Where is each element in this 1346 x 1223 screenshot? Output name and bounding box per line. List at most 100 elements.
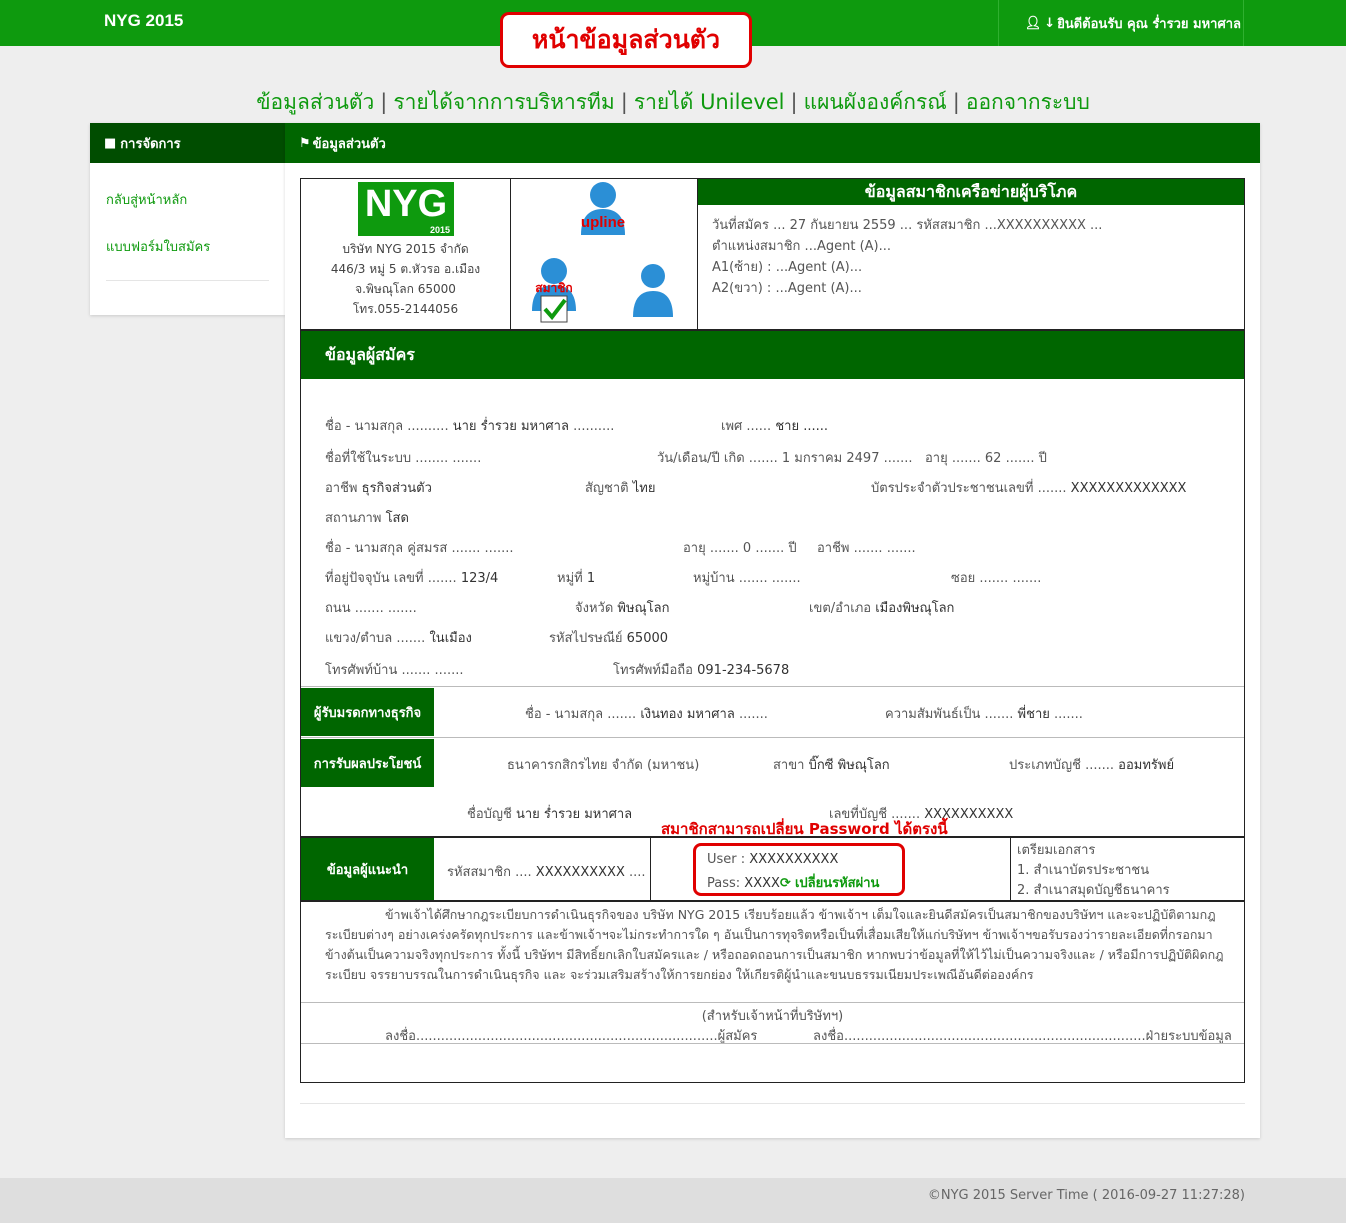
subdistrict-label: แขวง/ตำบล ....... xyxy=(325,631,426,646)
applicant-section-title: ข้อมูลผู้สมัคร xyxy=(301,331,1244,379)
road-field: ถนน ....... ....... xyxy=(325,601,417,616)
nav-unilevel-income[interactable]: รายได้ Unilevel xyxy=(634,90,785,114)
village-field: หมู่บ้าน ....... ....... xyxy=(693,571,801,586)
user-menu[interactable]: 👤︎ ↓ ยินดีต้อนรับ คุณ ร่ำรวย มหาศาล xyxy=(998,0,1244,46)
user-value: XXXXXXXXXX xyxy=(749,852,839,867)
company-address-line1: 446/3 หมู่ 5 ต.หัวรอ อ.เมือง xyxy=(330,262,481,276)
upline-label: upline xyxy=(581,214,625,231)
house-no-field: ที่อยู่ปัจจุบัน เลขที่ ....... 123/4 xyxy=(325,567,498,588)
age-field: อายุ ....... 62 ....... ปี xyxy=(925,451,1047,466)
page-title: หน้าข้อมูลส่วนตัว xyxy=(531,25,721,54)
document-item: 2. สำเนาสมุดบัญชีธนาคาร xyxy=(1017,883,1170,898)
user-label: User : xyxy=(707,852,746,867)
divider xyxy=(650,838,651,900)
username-field: ชื่อที่ใช้ในระบบ ........ ....... xyxy=(325,451,482,466)
province-value: พิษณุโลก xyxy=(617,601,670,616)
sex-field: เพศ ...... ชาย ...... xyxy=(721,415,828,436)
company-phone: โทร.055-2144056 xyxy=(352,302,459,316)
logo-text: NYG xyxy=(364,183,448,225)
member-info-line: ตำแหน่งสมาชิก ...Agent (A)... xyxy=(712,239,891,254)
nav-org-chart[interactable]: แผนผังองค์กรณ์ xyxy=(804,90,947,114)
sidebar-heading-label: การจัดการ xyxy=(120,136,181,152)
idcard-value: XXXXXXXXXXXXX xyxy=(1070,481,1187,496)
divider xyxy=(301,900,1244,902)
member-info-line: วันที่สมัคร ... 27 กันยายน 2559 ... รหัส… xyxy=(712,218,1103,233)
office-note: (สำหรับเจ้าหน้าที่บริษัทฯ) xyxy=(701,1009,844,1024)
nav-profile[interactable]: ข้อมูลส่วนตัว xyxy=(256,90,374,114)
main-panel: ⚑ ข้อมูลส่วนตัว NYG 2015 บริษัท NYG 2015… xyxy=(285,123,1260,1138)
brand-logo[interactable]: NYG 2015 xyxy=(104,11,183,31)
main-nav: ข้อมูลส่วนตัว | รายได้จากการบริหารทีม | รายไ… xyxy=(256,90,1090,114)
documents-list: เตรียมเอกสาร 1. สำเนาบัตรประชาชน 2. สำเน… xyxy=(1017,841,1170,901)
soi-field: ซอย ....... ....... xyxy=(951,571,1042,586)
member-info-cell: ข้อมูลสมาชิกเครือข่ายผู้บริโภค วันที่สมั… xyxy=(698,179,1244,329)
branch-value: บิ๊กซี พิษณุโลก xyxy=(808,758,890,773)
subdistrict-field: แขวง/ตำบล ....... ในเมือง xyxy=(325,627,472,648)
divider xyxy=(106,280,269,281)
sidebar-item-home[interactable]: กลับสู่หน้าหลัก xyxy=(90,189,285,210)
pass-value: XXXX xyxy=(744,876,780,891)
footer-text: ©NYG 2015 Server Time ( 2016-09-27 11:27… xyxy=(927,1188,1245,1203)
occupation-value: ธุรกิจส่วนตัว xyxy=(361,481,432,496)
sidebar-item-application-form[interactable]: แบบฟอร์มใบสมัคร xyxy=(90,236,285,257)
moo-field: หมู่ที่ 1 xyxy=(557,567,595,588)
company-address-line2: จ.พิษณุโลก 65000 xyxy=(355,282,456,296)
province-field: จังหวัด พิษณุโลก xyxy=(575,597,669,618)
referrer-label: ข้อมูลผู้แนะนำ xyxy=(301,838,434,900)
sidebar-heading: ■ การจัดการ xyxy=(90,123,285,163)
sex-value: ชาย ...... xyxy=(775,419,829,434)
footer: ©NYG 2015 Server Time ( 2016-09-27 11:27… xyxy=(0,1178,1346,1223)
nav-team-income[interactable]: รายได้จากการบริหารทีม xyxy=(393,90,614,114)
company-name: บริษัท NYG 2015 จำกัด xyxy=(342,242,469,256)
change-password-link[interactable]: เปลี่ยนรหัสผ่าน xyxy=(795,876,879,891)
member-info-title: ข้อมูลสมาชิกเครือข่ายผู้บริโภค xyxy=(698,179,1244,205)
name-tail: .......... xyxy=(573,419,615,434)
subdistrict-value: ในเมือง xyxy=(429,631,472,646)
username-display: User : XXXXXXXXXX xyxy=(707,852,838,867)
sex-label: เพศ ...... xyxy=(721,419,772,434)
member-info-line: A1(ซ้าย) : ...Agent (A)... xyxy=(712,260,863,275)
sidebar: ■ การจัดการ กลับสู่หน้าหลัก แบบฟอร์มใบสม… xyxy=(90,123,285,315)
divider xyxy=(301,686,1244,687)
document-item: 1. สำเนาบัตรประชาชน xyxy=(1017,863,1150,878)
dob-field: วัน/เดือน/ปี เกิด ....... 1 มกราคม 2497 … xyxy=(657,451,913,466)
spouse-occupation-field: อาชีพ ....... ....... xyxy=(817,541,916,556)
mobile-label: โทรศัพท์มือถือ xyxy=(613,663,693,678)
spouse-name-field: ชื่อ - นามสกุล คู่สมรส ....... ....... xyxy=(325,541,514,556)
heir-name-label: ชื่อ - นามสกุล ....... xyxy=(525,707,637,722)
idcard-field: บัตรประจำตัวประชาชนเลขที่ ....... XXXXXX… xyxy=(871,477,1186,498)
member-label: สมาชิก xyxy=(535,281,572,295)
member-info-line: A2(ขวา) : ...Agent (A)... xyxy=(712,281,862,296)
postcode-field: รหัสไปรษณีย์ 65000 xyxy=(549,627,668,648)
divider xyxy=(300,1103,1245,1104)
company-cell: NYG 2015 บริษัท NYG 2015 จำกัด 446/3 หมู… xyxy=(301,179,511,329)
postcode-label: รหัสไปรษณีย์ xyxy=(549,631,623,646)
postcode-value: 65000 xyxy=(626,631,669,646)
status-label: สถานภาพ xyxy=(325,511,382,526)
district-value: เมืองพิษณุโลก xyxy=(875,601,955,616)
page-title-annotation: หน้าข้อมูลส่วนตัว xyxy=(500,12,752,68)
user-icon: 👤︎ xyxy=(1024,15,1042,31)
profile-form: NYG 2015 บริษัท NYG 2015 จำกัด 446/3 หมู… xyxy=(300,178,1245,1083)
district-field: เขต/อำเภอ เมืองพิษณุโลก xyxy=(809,597,954,618)
nav-logout[interactable]: ออกจากระบบ xyxy=(966,90,1090,114)
heir-relation-value: พี่ชาย xyxy=(1017,707,1050,722)
mobile-value: 091-234-5678 xyxy=(697,663,790,678)
heir-name-value: เงินทอง มหาศาล xyxy=(640,707,735,722)
referrer-code-value: XXXXXXXXXX xyxy=(535,865,625,880)
moo-label: หมู่ที่ xyxy=(557,571,583,586)
heir-name-field: ชื่อ - นามสกุล ....... เงินทอง มหาศาล ..… xyxy=(525,707,768,722)
welcome-text: ยินดีต้อนรับ คุณ ร่ำรวย มหาศาล xyxy=(1057,16,1241,32)
heir-relation-label: ความสัมพันธ์เป็น ....... xyxy=(885,707,1014,722)
password-display: Pass: XXXX⟳ เปลี่ยนรหัสผ่าน xyxy=(707,872,879,893)
divider xyxy=(301,1002,1244,1003)
home-phone-field: โทรศัพท์บ้าน ....... ....... xyxy=(325,663,464,678)
status-value: โสด xyxy=(385,511,409,526)
documents-title: เตรียมเอกสาร xyxy=(1017,843,1096,858)
top-info-block: NYG 2015 บริษัท NYG 2015 จำกัด 446/3 หมู… xyxy=(301,179,1244,331)
pass-label: Pass: xyxy=(707,876,741,891)
company-address: บริษัท NYG 2015 จำกัด 446/3 หมู่ 5 ต.หัว… xyxy=(301,239,510,319)
mobile-field: โทรศัพท์มือถือ 091-234-5678 xyxy=(613,659,789,680)
status-field: สถานภาพ โสด xyxy=(325,507,409,528)
arrow-down-icon: ↓ xyxy=(1044,15,1056,31)
